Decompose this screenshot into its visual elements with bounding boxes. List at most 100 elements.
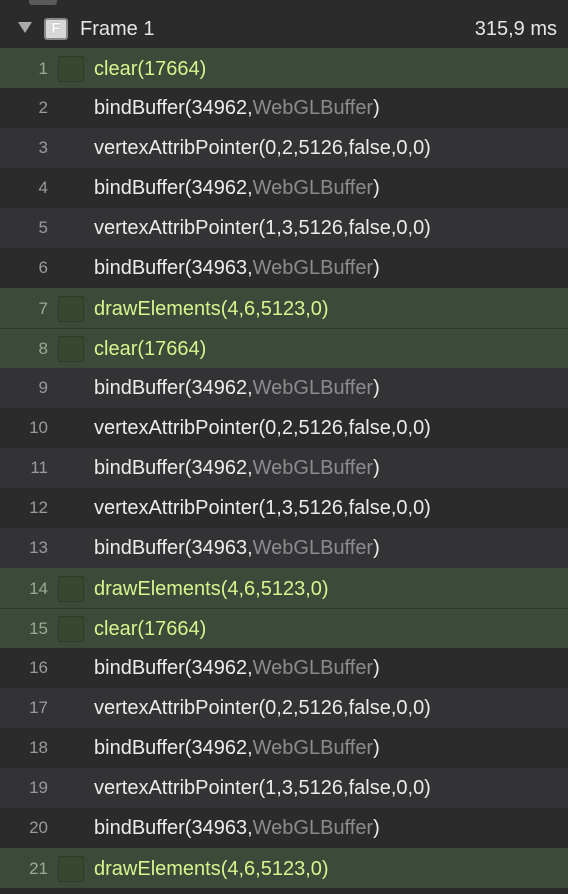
object-reference[interactable]: WebGLBuffer	[253, 377, 373, 399]
call-text: drawElements(4,6,5123,0)	[94, 289, 329, 329]
call-name: vertexAttribPointer(0,2,5126,false,0,0)	[94, 417, 431, 439]
call-text: bindBuffer(34963,WebGLBuffer)	[94, 808, 380, 848]
call-name: vertexAttribPointer(0,2,5126,false,0,0)	[94, 137, 431, 159]
object-reference[interactable]: WebGLBuffer	[253, 97, 373, 119]
frame-title: Frame 1	[80, 18, 155, 40]
call-row[interactable]: 7 drawElements(4,6,5123,0)	[0, 288, 568, 328]
call-text: vertexAttribPointer(1,3,5126,false,0,0)	[94, 208, 431, 248]
call-index: 17	[29, 698, 48, 717]
call-close-paren: )	[373, 257, 380, 279]
call-index: 20	[29, 818, 48, 837]
call-name: bindBuffer(34963,	[94, 537, 253, 559]
call-row[interactable]: 15 clear(17664)	[0, 608, 568, 648]
call-index: 4	[38, 178, 48, 197]
call-name: vertexAttribPointer(1,3,5126,false,0,0)	[94, 777, 431, 799]
call-close-paren: )	[373, 537, 380, 559]
snapshot-thumbnail[interactable]	[58, 56, 84, 82]
call-text: vertexAttribPointer(1,3,5126,false,0,0)	[94, 768, 431, 808]
call-list: 1 clear(17664) 2 bindBuffer(34962,WebGLBuff…	[0, 48, 568, 888]
call-row[interactable]: 16 bindBuffer(34962,WebGLBuffer)	[0, 648, 568, 688]
object-reference[interactable]: WebGLBuffer	[253, 817, 373, 839]
call-row[interactable]: 13 bindBuffer(34963,WebGLBuffer)	[0, 528, 568, 568]
call-text: vertexAttribPointer(1,3,5126,false,0,0)	[94, 488, 431, 528]
call-row[interactable]: 17 vertexAttribPointer(0,2,5126,false,0,0…	[0, 688, 568, 728]
call-index: 10	[29, 418, 48, 437]
call-row[interactable]: 18 bindBuffer(34962,WebGLBuffer)	[0, 728, 568, 768]
call-text: bindBuffer(34962,WebGLBuffer)	[94, 168, 380, 208]
call-close-paren: )	[373, 817, 380, 839]
call-row[interactable]: 11 bindBuffer(34962,WebGLBuffer)	[0, 448, 568, 488]
call-text: drawElements(4,6,5123,0)	[94, 569, 329, 609]
call-close-paren: )	[373, 657, 380, 679]
call-index: 6	[38, 258, 48, 277]
call-text: bindBuffer(34962,WebGLBuffer)	[94, 88, 380, 128]
call-row[interactable]: 8 clear(17664)	[0, 328, 568, 368]
call-text: vertexAttribPointer(0,2,5126,false,0,0)	[94, 408, 431, 448]
frame-icon: F	[44, 18, 68, 40]
call-name: clear(17664)	[94, 338, 207, 360]
snapshot-thumbnail[interactable]	[58, 616, 84, 642]
call-name: bindBuffer(34962,	[94, 377, 253, 399]
call-index: 21	[29, 859, 48, 878]
call-text: clear(17664)	[94, 49, 206, 89]
call-text: vertexAttribPointer(0,2,5126,false,0,0)	[94, 128, 431, 168]
snapshot-thumbnail[interactable]	[58, 296, 84, 322]
frame-time: 315,9 ms	[474, 18, 557, 40]
call-row[interactable]: 1 clear(17664)	[0, 48, 568, 88]
call-name: bindBuffer(34962,	[94, 737, 253, 759]
call-row[interactable]: 6 bindBuffer(34963,WebGLBuffer)	[0, 248, 568, 288]
call-name: bindBuffer(34963,	[94, 257, 253, 279]
call-row[interactable]: 20 bindBuffer(34963,WebGLBuffer)	[0, 808, 568, 848]
call-index: 19	[29, 778, 48, 797]
call-index: 11	[30, 458, 48, 477]
call-index: 18	[29, 738, 48, 757]
call-row[interactable]: 4 bindBuffer(34962,WebGLBuffer)	[0, 168, 568, 208]
call-text: bindBuffer(34962,WebGLBuffer)	[94, 728, 380, 768]
disclosure-triangle-icon[interactable]	[18, 22, 32, 33]
call-index: 14	[29, 579, 48, 598]
call-name: vertexAttribPointer(1,3,5126,false,0,0)	[94, 217, 431, 239]
frame-header[interactable]: F Frame 1 315,9 ms	[0, 8, 568, 48]
snapshot-thumbnail[interactable]	[58, 576, 84, 602]
object-reference[interactable]: WebGLBuffer	[253, 457, 373, 479]
call-text: clear(17664)	[94, 329, 206, 369]
snapshot-thumbnail[interactable]	[58, 856, 84, 882]
call-close-paren: )	[373, 377, 380, 399]
call-index: 1	[38, 59, 48, 78]
object-reference[interactable]: WebGLBuffer	[253, 177, 373, 199]
call-row[interactable]: 3 vertexAttribPointer(0,2,5126,false,0,0)	[0, 128, 568, 168]
call-close-paren: )	[373, 457, 380, 479]
call-row[interactable]: 14 drawElements(4,6,5123,0)	[0, 568, 568, 608]
call-text: bindBuffer(34962,WebGLBuffer)	[94, 448, 380, 488]
call-row[interactable]: 19 vertexAttribPointer(1,3,5126,false,0,0…	[0, 768, 568, 808]
snapshot-thumbnail[interactable]	[58, 336, 84, 362]
call-text: drawElements(4,6,5123,0)	[94, 849, 329, 889]
call-name: bindBuffer(34962,	[94, 177, 253, 199]
object-reference[interactable]: WebGLBuffer	[253, 737, 373, 759]
call-name: bindBuffer(34962,	[94, 457, 253, 479]
call-close-paren: )	[373, 737, 380, 759]
call-text: bindBuffer(34963,WebGLBuffer)	[94, 248, 380, 288]
frame-icon-letter: F	[51, 20, 61, 37]
call-name: drawElements(4,6,5123,0)	[94, 858, 329, 880]
call-index: 9	[38, 378, 48, 397]
call-text: clear(17664)	[94, 609, 206, 649]
object-reference[interactable]: WebGLBuffer	[253, 657, 373, 679]
call-row[interactable]: 2 bindBuffer(34962,WebGLBuffer)	[0, 88, 568, 128]
call-name: drawElements(4,6,5123,0)	[94, 578, 329, 600]
call-row[interactable]: 9 bindBuffer(34962,WebGLBuffer)	[0, 368, 568, 408]
call-index: 3	[38, 138, 48, 157]
call-close-paren: )	[373, 97, 380, 119]
call-row[interactable]: 12 vertexAttribPointer(1,3,5126,false,0,0…	[0, 488, 568, 528]
object-reference[interactable]: WebGLBuffer	[253, 537, 373, 559]
call-row[interactable]: 21 drawElements(4,6,5123,0)	[0, 848, 568, 888]
call-index: 7	[38, 299, 48, 318]
call-row[interactable]: 10 vertexAttribPointer(0,2,5126,false,0,0…	[0, 408, 568, 448]
call-name: clear(17664)	[94, 618, 207, 640]
call-index: 2	[38, 98, 48, 117]
call-index: 12	[29, 498, 48, 517]
call-index: 13	[29, 538, 48, 557]
call-index: 15	[29, 619, 48, 638]
call-row[interactable]: 5 vertexAttribPointer(1,3,5126,false,0,0)	[0, 208, 568, 248]
object-reference[interactable]: WebGLBuffer	[253, 257, 373, 279]
